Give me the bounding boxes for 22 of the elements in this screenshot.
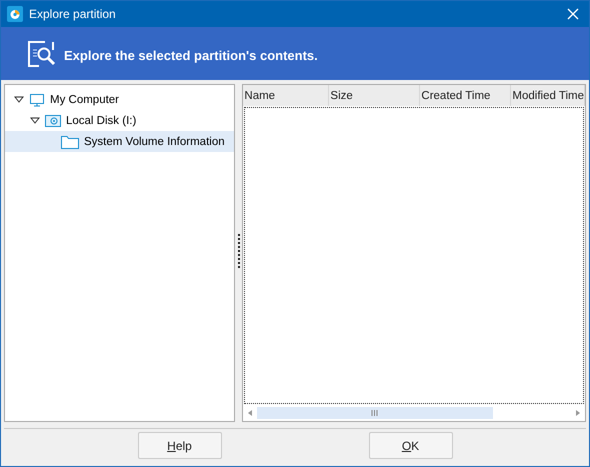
search-icon (28, 40, 56, 66)
dialog-button[interactable]: OK (368, 432, 452, 459)
expand-arrow-icon[interactable] (14, 94, 24, 104)
header-text: Explore the selected partition's contents. (64, 48, 318, 63)
tree-item[interactable]: Local Disk (I:) (5, 110, 234, 131)
scroll-thumb[interactable] (257, 407, 494, 419)
dialog-button[interactable]: Help (138, 432, 222, 459)
tree-item[interactable]: My Computer (5, 89, 234, 110)
grip-icon (371, 410, 380, 416)
window-title: Explore partition (29, 7, 117, 21)
close-icon[interactable] (567, 8, 579, 20)
scroll-left-icon[interactable] (246, 409, 254, 417)
scroll-right-icon[interactable] (574, 409, 582, 417)
monitor-icon (29, 92, 45, 106)
column-header[interactable]: Modified Time (511, 85, 585, 106)
column-header[interactable]: Size (329, 85, 420, 106)
expand-arrow-icon[interactable] (30, 116, 40, 126)
tree-item[interactable]: System Volume Information (5, 131, 234, 152)
app-icon (7, 6, 23, 22)
folder-icon (61, 134, 79, 148)
column-header[interactable]: Created Time (420, 85, 512, 106)
column-header[interactable]: Name (243, 85, 330, 106)
